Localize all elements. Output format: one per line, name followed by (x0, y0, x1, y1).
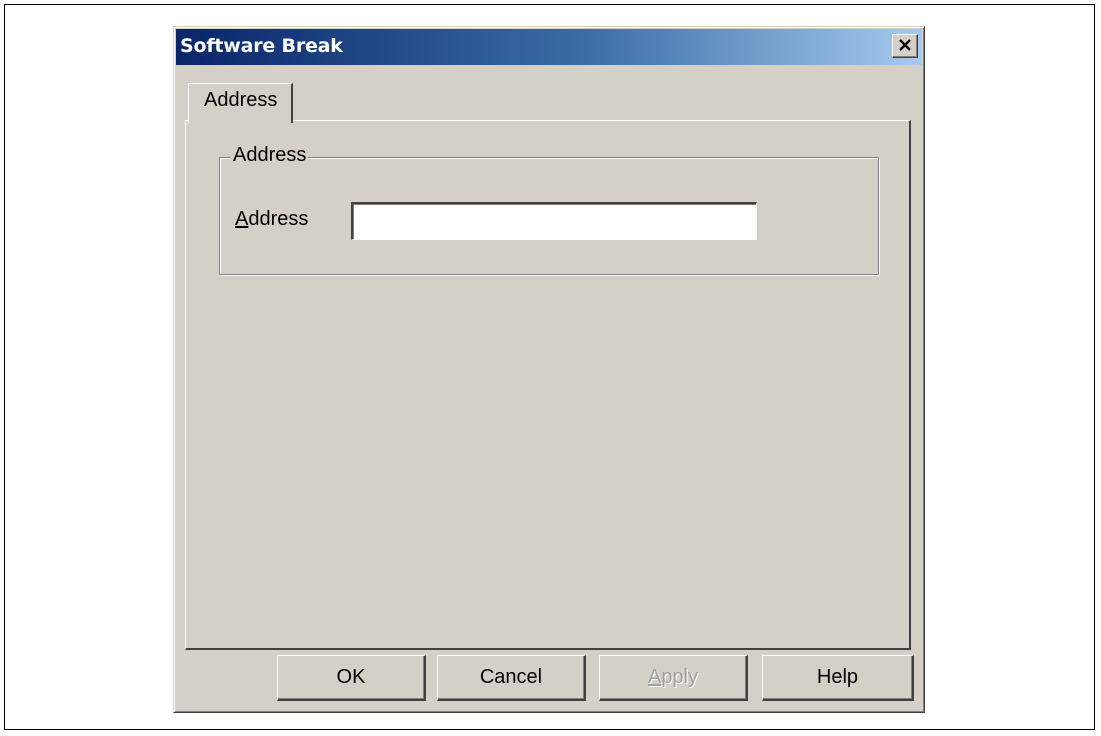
apply-accesskey: A (647, 666, 662, 688)
cancel-button[interactable]: Cancel (437, 655, 586, 701)
address-groupbox: Address Address (219, 144, 879, 275)
tab-panel-address: Address Address (185, 120, 911, 650)
tab-address-label: Address (204, 89, 278, 111)
ok-button[interactable]: OK (277, 655, 426, 701)
address-field-label: Address (235, 208, 308, 231)
window-title: Software Break (180, 35, 343, 57)
help-button[interactable]: Help (762, 655, 914, 701)
title-bar[interactable]: Software Break (176, 29, 922, 65)
address-input[interactable] (351, 202, 757, 240)
apply-button[interactable]: Apply (599, 655, 748, 701)
address-accesskey: A (235, 208, 249, 230)
address-label-rest: ddress (248, 208, 309, 230)
groupbox-title: Address (231, 144, 309, 167)
software-break-dialog: Software Break Address Address Address O… (173, 26, 925, 713)
tab-address[interactable]: Address (188, 83, 293, 123)
close-button[interactable] (892, 34, 918, 58)
close-icon (899, 39, 911, 51)
apply-label-rest: pply (661, 666, 699, 688)
